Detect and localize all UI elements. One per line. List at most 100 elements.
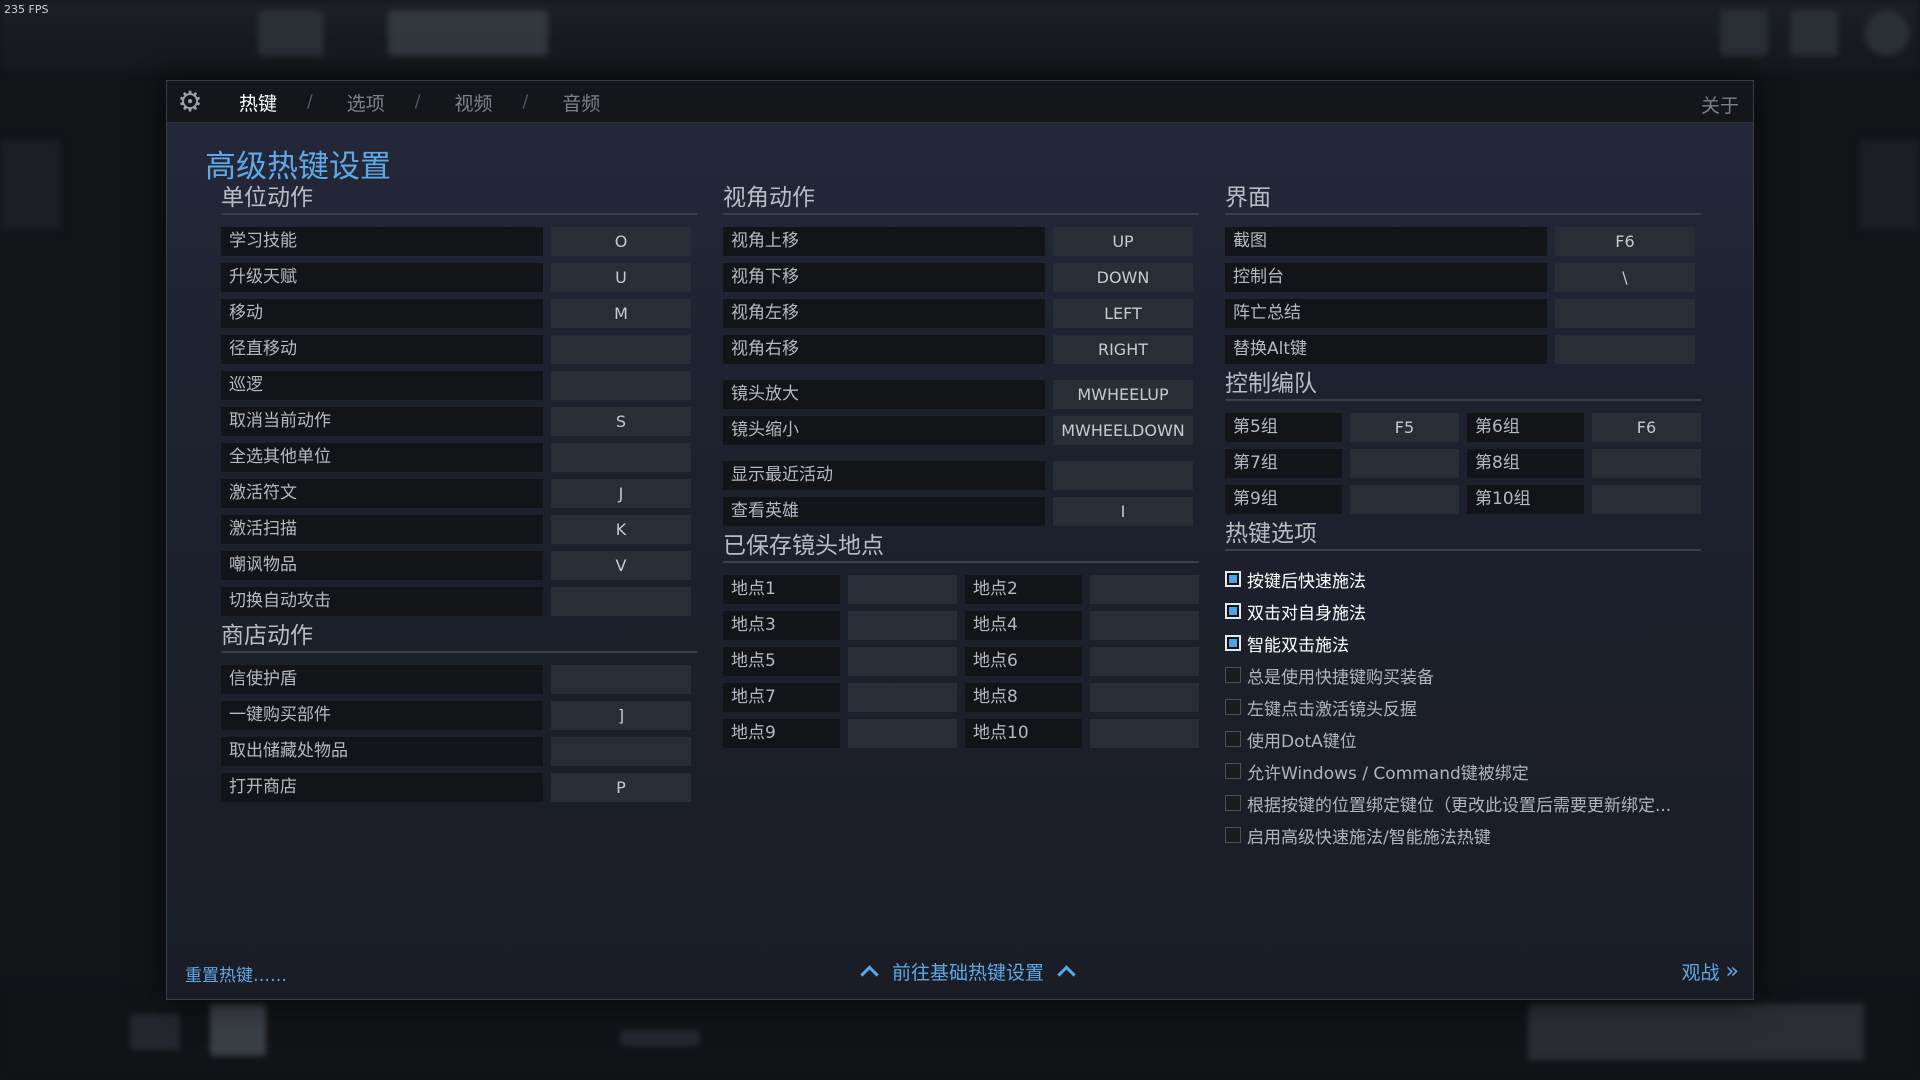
- hotkey-row: 巡逻: [221, 371, 697, 400]
- column-unit-shop: 单位动作 学习技能 O 升级天赋 U 移动 M 径直移动 巡逻 取消当前动作 S 全选其他单位 激活符…: [221, 181, 697, 809]
- hotkey-label: 截图: [1225, 227, 1547, 256]
- hotkey-binding-button[interactable]: F5: [1350, 413, 1459, 442]
- tab-options[interactable]: 选项: [347, 89, 385, 116]
- checkbox[interactable]: [1225, 731, 1241, 747]
- hotkey-row: 地点5 地点6: [723, 647, 1199, 676]
- hotkey-binding-button[interactable]: [848, 611, 957, 640]
- hotkey-binding-button[interactable]: LEFT: [1053, 299, 1193, 328]
- hotkey-option[interactable]: 双击对自身施法: [1225, 595, 1701, 627]
- checkbox[interactable]: [1225, 699, 1241, 715]
- background-left-arrow: [0, 140, 60, 230]
- checkbox[interactable]: [1225, 763, 1241, 779]
- hotkey-option[interactable]: 总是使用快捷键购买装备: [1225, 659, 1701, 691]
- hotkey-binding-button[interactable]: K: [551, 515, 691, 544]
- hotkey-option[interactable]: 启用高级快速施法/智能施法热键: [1225, 819, 1701, 851]
- hotkey-label: 第7组: [1225, 449, 1342, 478]
- gear-icon[interactable]: ⚙: [175, 87, 205, 117]
- hotkey-binding-button[interactable]: [1090, 683, 1199, 712]
- hotkey-binding-button[interactable]: RIGHT: [1053, 335, 1193, 364]
- hotkey-label: 打开商店: [221, 773, 543, 802]
- checkbox[interactable]: [1225, 571, 1241, 587]
- hotkey-binding-button[interactable]: V: [551, 551, 691, 580]
- hotkey-binding-button[interactable]: [1592, 449, 1701, 478]
- hotkey-binding-button[interactable]: P: [551, 773, 691, 802]
- checkbox[interactable]: [1225, 603, 1241, 619]
- hotkey-option[interactable]: 根据按键的位置绑定键位（更改此设置后需要更新绑定...: [1225, 787, 1701, 819]
- hotkey-binding-button[interactable]: U: [551, 263, 691, 292]
- hotkey-binding-button[interactable]: [1090, 611, 1199, 640]
- hotkey-binding-button[interactable]: I: [1053, 497, 1193, 526]
- hotkey-binding-button[interactable]: [1090, 575, 1199, 604]
- background-bottom-bar: [0, 990, 1920, 1080]
- hotkey-binding-button[interactable]: [1090, 719, 1199, 748]
- hotkey-binding-button[interactable]: [551, 737, 691, 766]
- hotkey-binding-button[interactable]: [551, 587, 691, 616]
- checkbox[interactable]: [1225, 827, 1241, 843]
- about-link[interactable]: 关于: [1701, 91, 1739, 118]
- checkbox[interactable]: [1225, 795, 1241, 811]
- camera-move-list: 视角上移 UP 视角下移 DOWN 视角左移 LEFT 视角右移 RIGHT: [723, 227, 1199, 364]
- hotkey-binding-button[interactable]: [551, 371, 691, 400]
- hotkey-binding-button[interactable]: [1592, 485, 1701, 514]
- reset-hotkeys-link[interactable]: 重置热键……: [185, 961, 287, 986]
- tab-separator: /: [307, 92, 313, 112]
- section-heading-unit-actions: 单位动作: [221, 181, 697, 215]
- hotkey-option[interactable]: 允许Windows / Command键被绑定: [1225, 755, 1701, 787]
- checkbox[interactable]: [1225, 667, 1241, 683]
- hotkey-binding-button[interactable]: F6: [1592, 413, 1701, 442]
- hotkey-row: 取出储藏处物品: [221, 737, 697, 766]
- hotkey-binding-button[interactable]: UP: [1053, 227, 1193, 256]
- hotkey-option[interactable]: 按键后快速施法: [1225, 563, 1701, 595]
- hotkey-binding-button[interactable]: [551, 443, 691, 472]
- hotkey-binding-button[interactable]: S: [551, 407, 691, 436]
- tab-video[interactable]: 视频: [455, 89, 493, 116]
- fps-counter: 235 FPS: [4, 3, 49, 16]
- hotkey-binding-button[interactable]: [1053, 461, 1193, 490]
- hotkey-binding-button[interactable]: MWHEELDOWN: [1053, 416, 1193, 445]
- checkbox[interactable]: [1225, 635, 1241, 651]
- hotkey-label: 取消当前动作: [221, 407, 543, 436]
- hotkey-binding-button[interactable]: [1555, 335, 1695, 364]
- hotkey-binding-button[interactable]: [551, 665, 691, 694]
- hotkey-row: 学习技能 O: [221, 227, 697, 256]
- hotkey-binding-button[interactable]: [1555, 299, 1695, 328]
- hotkey-label: 第9组: [1225, 485, 1342, 514]
- hotkey-binding-button[interactable]: F6: [1555, 227, 1695, 256]
- unit-actions-list: 学习技能 O 升级天赋 U 移动 M 径直移动 巡逻 取消当前动作 S 全选其他单位 激活符文 J 激活扫…: [221, 227, 697, 616]
- hotkey-row: 第5组 F5 第6组 F6: [1225, 413, 1701, 442]
- chevron-up-icon: [860, 965, 879, 984]
- tab-audio[interactable]: 音频: [562, 89, 600, 116]
- hotkey-binding-button[interactable]: DOWN: [1053, 263, 1193, 292]
- hotkey-label: 地点2: [965, 575, 1082, 604]
- hotkey-binding-button[interactable]: ]: [551, 701, 691, 730]
- hotkey-binding-button[interactable]: [848, 719, 957, 748]
- section-heading-camera-actions: 视角动作: [723, 181, 1199, 215]
- hotkey-label: 查看英雄: [723, 497, 1045, 526]
- hotkey-binding-button[interactable]: [1090, 647, 1199, 676]
- tab-hotkeys[interactable]: 热键: [239, 89, 277, 116]
- hotkey-binding-button[interactable]: J: [551, 479, 691, 508]
- camera-view-list: 显示最近活动 查看英雄 I: [723, 461, 1199, 526]
- background-icon: [1790, 10, 1838, 56]
- hotkey-binding-button[interactable]: O: [551, 227, 691, 256]
- hotkey-binding-button[interactable]: [848, 683, 957, 712]
- hotkey-binding-button[interactable]: [848, 647, 957, 676]
- hotkey-binding-button[interactable]: MWHEELUP: [1053, 380, 1193, 409]
- hotkey-option[interactable]: 智能双击施法: [1225, 627, 1701, 659]
- basic-hotkeys-link[interactable]: 前往基础热键设置: [847, 958, 1089, 985]
- hotkey-binding-button[interactable]: \: [1555, 263, 1695, 292]
- hotkey-binding-button[interactable]: [1350, 485, 1459, 514]
- hotkey-option[interactable]: 左键点击激活镜头反握: [1225, 691, 1701, 723]
- hotkey-binding-button[interactable]: M: [551, 299, 691, 328]
- hotkey-row: 地点9 地点10: [723, 719, 1199, 748]
- hotkey-row: 激活符文 J: [221, 479, 697, 508]
- hotkey-label: 地点8: [965, 683, 1082, 712]
- hotkey-row: 显示最近活动: [723, 461, 1199, 490]
- hotkey-binding-button[interactable]: [1350, 449, 1459, 478]
- spectate-link[interactable]: 观战 »: [1682, 958, 1740, 985]
- hotkey-option[interactable]: 使用DotA键位: [1225, 723, 1701, 755]
- checkbox-label: 左键点击激活镜头反握: [1247, 699, 1417, 720]
- hotkey-label: 学习技能: [221, 227, 543, 256]
- hotkey-binding-button[interactable]: [848, 575, 957, 604]
- hotkey-binding-button[interactable]: [551, 335, 691, 364]
